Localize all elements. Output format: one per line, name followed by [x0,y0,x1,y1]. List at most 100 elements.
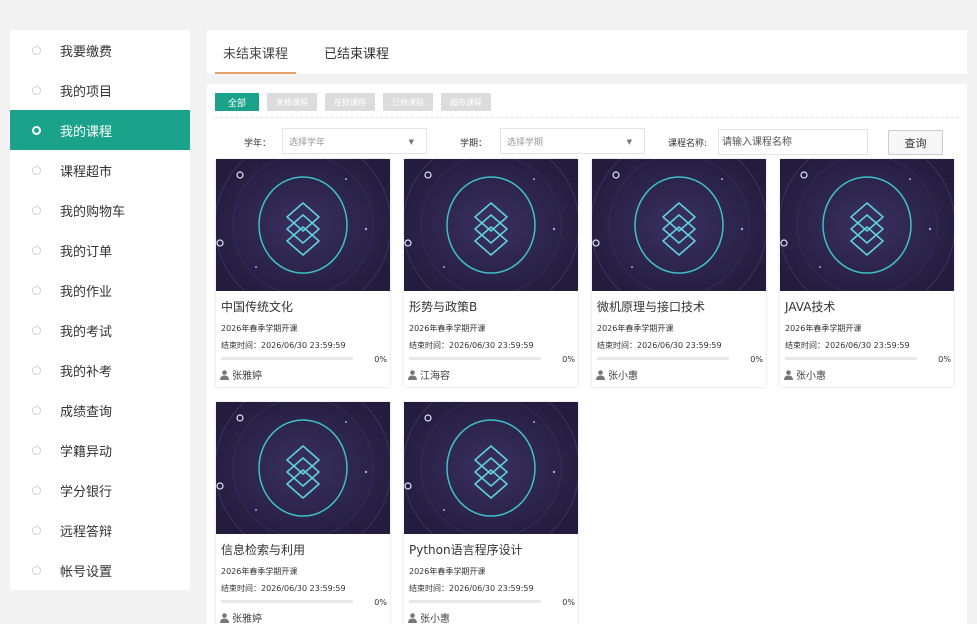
year-select[interactable]: 选择学年 ▼ [282,128,427,154]
sidebar-item-label: 我的购物车 [60,204,126,220]
progress-percent: 0% [374,598,387,607]
course-end-time: 结束时间：2026/06/30 23:59:59 [409,584,534,593]
teacher-name: 张雅婷 [232,614,262,624]
term-select[interactable]: 选择学期 ▼ [500,128,645,154]
person-icon [408,369,417,380]
course-title: 信息检索与利用 [221,543,306,557]
course-thumbnail [216,402,390,534]
tab-unfinished-courses[interactable]: 未结束课程 [215,30,297,74]
search-button[interactable]: 查询 [888,130,943,155]
radio-dot-icon [32,325,41,335]
teacher: 张小惠 [408,610,450,624]
course-card[interactable]: JAVA技术 2026年春季学期开课 结束时间：2026/06/30 23:59… [780,159,954,387]
course-end-time: 结束时间：2026/06/30 23:59:59 [221,341,346,350]
sidebar-item-label: 我的作业 [60,284,113,300]
course-name-label: 课程名称: [668,139,708,149]
sidebar-item-label: 我的考试 [60,324,113,340]
sidebar-item-status-change[interactable]: 学籍异动 [10,430,190,470]
course-card[interactable]: 形势与政策B 2026年春季学期开课 结束时间：2026/06/30 23:59… [404,159,578,387]
sidebar-item-course-market[interactable]: 课程超市 [10,150,190,190]
radio-dot-icon [32,285,41,295]
course-thumbnail [592,159,766,291]
sidebar-item-payment[interactable]: 我要缴费 [10,30,190,70]
person-icon [784,369,793,380]
year-select-value: 选择学年 [289,137,326,148]
course-name-input[interactable] [718,129,868,155]
filter-bar: 全部 未修课程 在修课程 已修课程 超市课程 [215,93,492,111]
course-thumbnail [216,159,390,291]
radio-dot-icon [32,485,41,495]
filter-not-taken-button[interactable]: 未修课程 [267,93,318,111]
progress-percent: 0% [562,355,575,364]
course-term: 2026年春季学期开课 [785,324,862,333]
course-card[interactable]: Python语言程序设计 2026年春季学期开课 结束时间：2026/06/30… [404,402,578,624]
filter-all-button[interactable]: 全部 [215,93,260,111]
course-card[interactable]: 信息检索与利用 2026年春季学期开课 结束时间：2026/06/30 23:5… [216,402,390,624]
person-icon [220,612,229,623]
course-card[interactable]: 微机原理与接口技术 2026年春季学期开课 结束时间：2026/06/30 23… [592,159,766,387]
sidebar-item-label: 远程答辩 [60,524,113,540]
person-icon [596,369,605,380]
course-title: 中国传统文化 [221,300,294,314]
sidebar-item-grades[interactable]: 成绩查询 [10,390,190,430]
teacher-name: 张小惠 [796,371,826,382]
radio-dot-icon [32,365,41,375]
teacher: 张小惠 [596,367,638,382]
course-thumbnail [404,159,578,291]
sidebar-item-label: 帐号设置 [60,564,113,580]
radio-dot-icon [32,205,41,215]
tab-finished-courses[interactable]: 已结束课程 [316,30,397,74]
person-icon [408,612,417,623]
course-end-time: 结束时间：2026/06/30 23:59:59 [785,341,910,350]
dropdown-arrow-icon: ▼ [408,138,414,146]
course-end-time: 结束时间：2026/06/30 23:59:59 [221,584,346,593]
progress-percent: 0% [562,598,575,607]
sidebar-nav: 我要缴费 我的项目 我的课程 课程超市 我的购物车 我的订单 我的作业 我的考试… [10,30,190,590]
radio-dot-icon [32,85,41,95]
sidebar-item-label: 我的课程 [60,124,113,140]
sidebar-item-makeup-exams[interactable]: 我的补考 [10,350,190,390]
course-thumbnail [404,402,578,534]
sidebar-item-label: 成绩查询 [60,404,113,420]
course-title: JAVA技术 [785,300,836,314]
sidebar-item-account-settings[interactable]: 帐号设置 [10,550,190,590]
course-thumbnail [780,159,954,291]
teacher: 张雅婷 [220,367,262,382]
filter-completed-button[interactable]: 已修课程 [383,93,434,111]
progress-percent: 0% [750,355,763,364]
sidebar-item-label: 我的订单 [60,244,113,260]
teacher-name: 张小惠 [608,371,638,382]
radio-dot-icon [32,445,41,455]
radio-dot-icon [32,245,41,255]
course-card[interactable]: 中国传统文化 2026年春季学期开课 结束时间：2026/06/30 23:59… [216,159,390,387]
radio-dot-icon [32,45,41,55]
sidebar-item-label: 我的补考 [60,364,113,380]
sidebar-item-my-courses[interactable]: 我的课程 [10,110,190,150]
term-select-value: 选择学期 [507,137,544,148]
sidebar-item-orders[interactable]: 我的订单 [10,230,190,270]
teacher-name: 张雅婷 [232,371,262,382]
sidebar-item-exams[interactable]: 我的考试 [10,310,190,350]
sidebar-item-projects[interactable]: 我的项目 [10,70,190,110]
dropdown-arrow-icon: ▼ [626,138,632,146]
teacher: 江海容 [408,367,450,382]
teacher: 张小惠 [784,367,826,382]
person-icon [220,369,229,380]
filter-in-progress-button[interactable]: 在修课程 [325,93,376,111]
course-title: Python语言程序设计 [409,543,523,557]
sidebar-item-homework[interactable]: 我的作业 [10,270,190,310]
sidebar-item-credit-bank[interactable]: 学分银行 [10,470,190,510]
progress-bar [597,357,729,360]
course-term: 2026年春季学期开课 [597,324,674,333]
teacher-name: 江海容 [420,371,450,382]
search-bar: 学年： 选择学年 ▼ 学期： 选择学期 ▼ 课程名称: 查询 [207,128,967,156]
progress-bar [221,600,353,603]
sidebar-item-remote-defense[interactable]: 远程答辩 [10,510,190,550]
course-term: 2026年春季学期开课 [221,567,298,576]
course-end-time: 结束时间：2026/06/30 23:59:59 [409,341,534,350]
progress-bar [221,357,353,360]
filter-market-button[interactable]: 超市课程 [441,93,492,111]
radio-dot-icon [32,125,41,135]
sidebar-item-cart[interactable]: 我的购物车 [10,190,190,230]
teacher: 张雅婷 [220,610,262,624]
